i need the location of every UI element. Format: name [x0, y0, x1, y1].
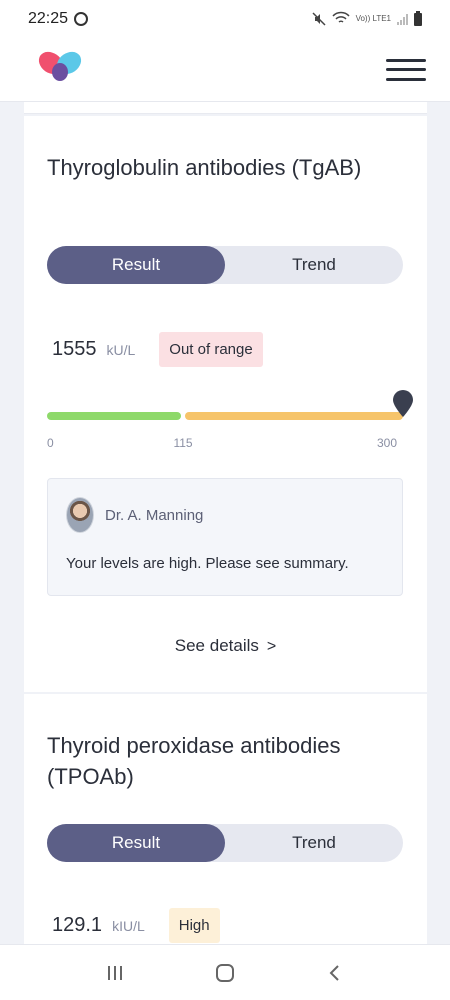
recent-apps-icon[interactable]	[95, 953, 135, 993]
doctor-avatar	[66, 497, 94, 533]
doctor-message: Your levels are high. Please see summary…	[66, 555, 349, 572]
status-badge: Out of range	[159, 332, 263, 367]
range-high-segment	[185, 412, 403, 420]
result-trend-toggle: Result Trend	[47, 824, 403, 862]
result-unit: kU/L	[106, 341, 136, 358]
doctor-comment-box: Dr. A. Manning Your levels are high. Ple…	[47, 478, 403, 596]
result-value: 1555	[52, 338, 97, 360]
result-row: 1555 kU/L Out of range	[52, 332, 263, 367]
tab-trend[interactable]: Trend	[225, 824, 403, 862]
result-row: 129.1 kIU/L High	[52, 908, 220, 943]
chevron-right-icon: >	[266, 638, 277, 655]
result-trend-toggle: Result Trend	[47, 246, 403, 284]
clock: 22:25	[28, 10, 69, 27]
hamburger-menu-icon[interactable]	[386, 55, 426, 85]
signal-icon	[397, 13, 408, 25]
test-title: Thyroid peroxidase antibodies (TPOAb)	[47, 733, 341, 789]
notification-circle-icon	[74, 12, 89, 26]
range-bar	[47, 390, 413, 420]
tab-result[interactable]: Result	[47, 246, 225, 284]
test-card-tpoab: Thyroid peroxidase antibodies (TPOAb) Re…	[24, 694, 427, 944]
result-value: 129.1	[52, 914, 103, 936]
network-label: Vo)) LTE1	[355, 14, 391, 23]
range-tick-min: 0	[47, 436, 54, 450]
main-content: Thyroglobulin antibodies (TgAB) Result T…	[0, 102, 450, 944]
system-nav-bar	[0, 944, 450, 1000]
app-header	[0, 38, 450, 102]
value-marker-icon	[392, 390, 414, 418]
tab-trend[interactable]: Trend	[225, 246, 403, 284]
doctor-name: Dr. A. Manning	[105, 507, 204, 524]
app-logo[interactable]	[34, 47, 86, 92]
range-tick-normal: 115	[173, 436, 193, 450]
heart-logo-icon	[38, 51, 82, 81]
mute-icon	[312, 12, 326, 26]
see-details-label: See details	[174, 636, 259, 655]
test-card-tgab: Thyroglobulin antibodies (TgAB) Result T…	[24, 116, 427, 692]
battery-icon	[414, 10, 422, 26]
status-right: Vo)) LTE1	[312, 10, 422, 28]
result-unit: kIU/L	[112, 917, 145, 934]
tab-result[interactable]: Result	[47, 824, 225, 862]
home-icon[interactable]	[205, 953, 245, 993]
range-tick-max: 300	[377, 436, 398, 450]
test-title: Thyroglobulin antibodies (TgAB)	[47, 155, 362, 180]
see-details-link[interactable]: See details >	[24, 636, 427, 656]
status-bar: 22:25 Vo)) LTE1	[0, 0, 450, 38]
wifi-icon	[332, 11, 350, 28]
back-icon[interactable]	[315, 953, 355, 993]
status-left: 22:25	[28, 10, 89, 28]
status-badge: High	[168, 908, 220, 943]
previous-card-edge	[24, 102, 427, 114]
range-normal-segment	[47, 412, 182, 420]
